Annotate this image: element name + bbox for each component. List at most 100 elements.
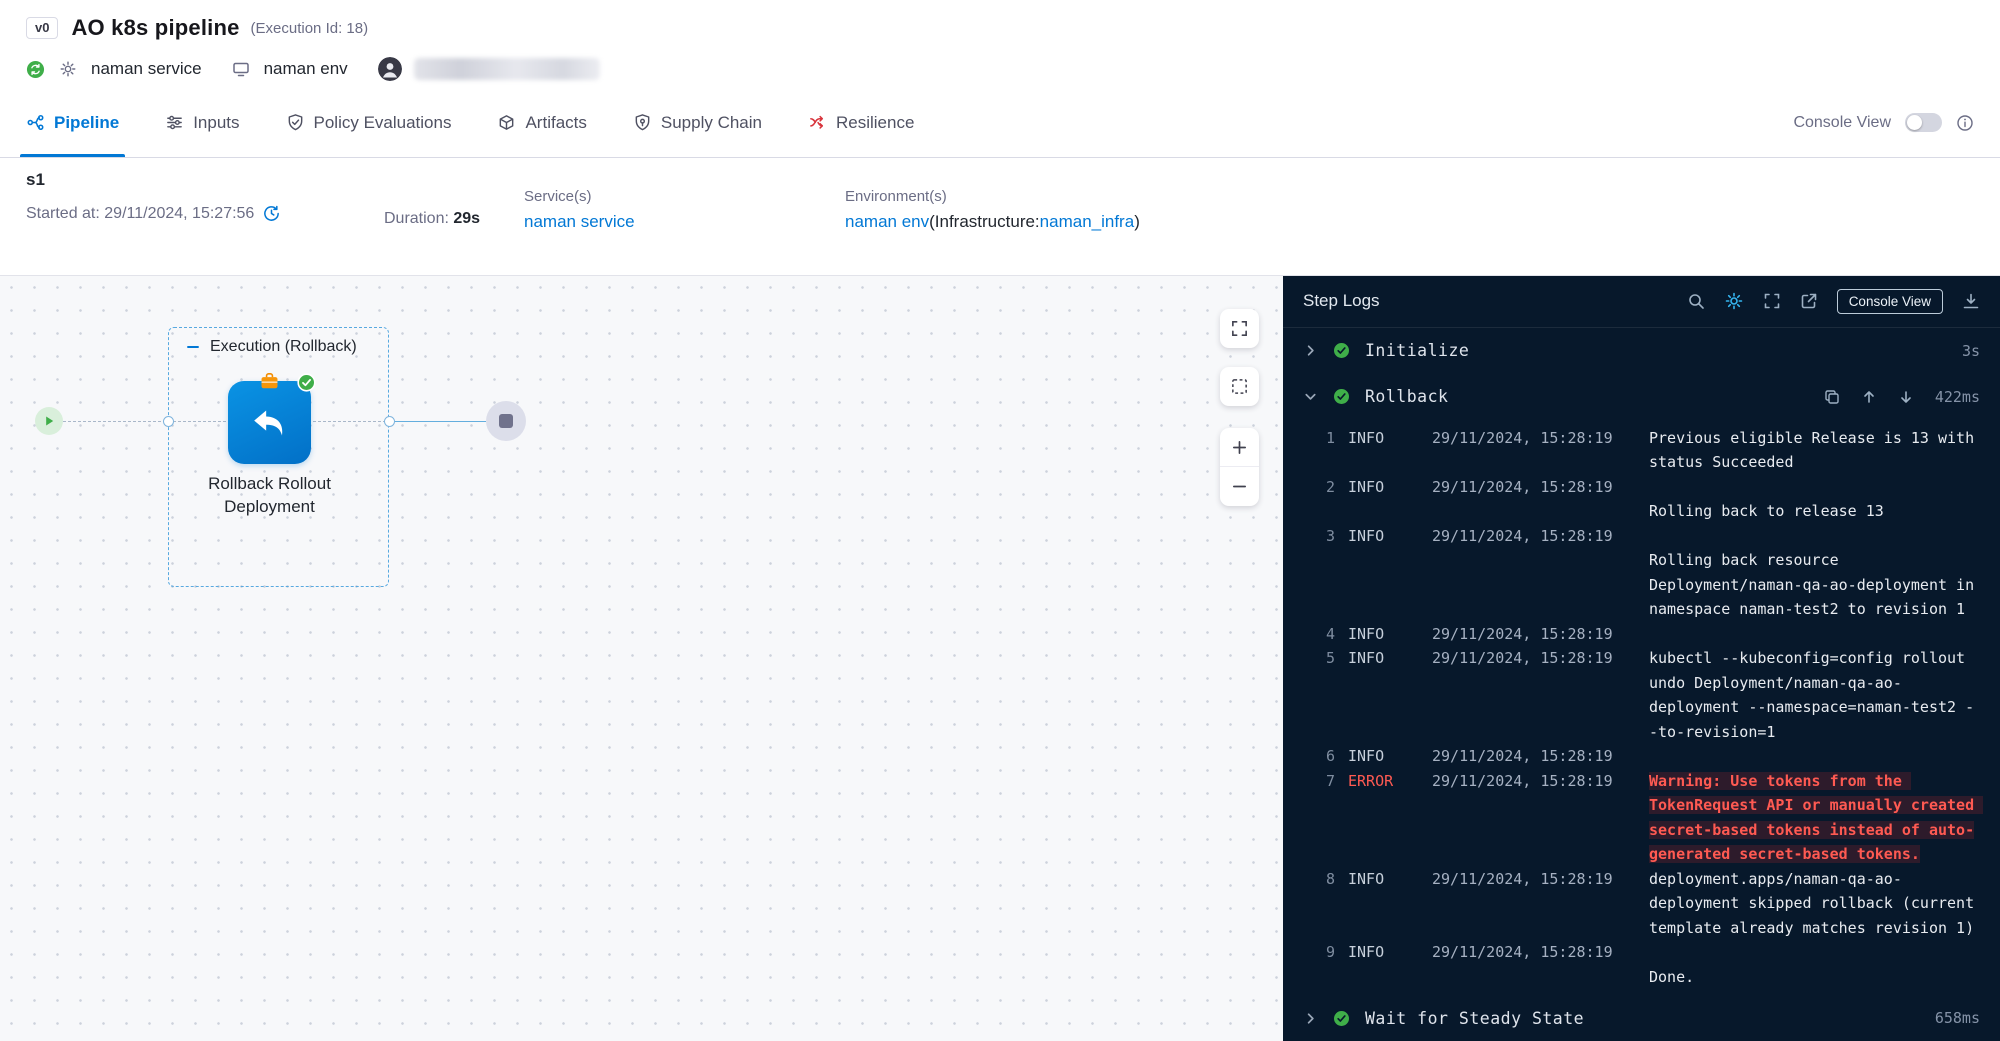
error-highlight: Warning: Use tokens from the TokenReques… xyxy=(1649,772,1983,864)
zoom-out-button[interactable] xyxy=(1220,467,1259,506)
info-icon[interactable] xyxy=(1956,114,1974,132)
tab-policy-evaluations[interactable]: Policy Evaluations xyxy=(286,88,452,157)
step-logs-panel: Step Logs Console View xyxy=(1283,276,2000,1041)
zoom-in-button[interactable] xyxy=(1220,428,1259,467)
step-rollback-rollout-deployment[interactable] xyxy=(228,381,311,464)
environment-link[interactable]: naman env xyxy=(845,212,929,231)
tab-artifacts[interactable]: Artifacts xyxy=(497,88,586,157)
tab-pipeline[interactable]: Pipeline xyxy=(26,88,119,157)
history-icon[interactable] xyxy=(262,204,281,223)
open-in-new-icon[interactable] xyxy=(1800,292,1818,310)
log-line: 8 INFO 29/11/2024, 15:28:19 deployment.a… xyxy=(1283,867,2000,941)
log-message: kubectl --kubeconfig=config rollout undo… xyxy=(1649,646,1980,744)
minus-icon xyxy=(1231,478,1248,495)
shield-icon xyxy=(633,113,652,132)
toggle-knob xyxy=(1907,115,1922,130)
check-circle-icon xyxy=(1333,1010,1350,1027)
execution-rollback-group-label[interactable]: Execution (Rollback) xyxy=(186,338,357,356)
log-level: INFO xyxy=(1348,524,1432,549)
search-icon[interactable] xyxy=(1687,292,1705,310)
tab-label: Resilience xyxy=(836,113,914,133)
log-message: Rolling back resource Deployment/naman-q… xyxy=(1649,524,1980,622)
canvas-marquee-select-button[interactable] xyxy=(1220,367,1259,406)
header-environment-name[interactable]: naman env xyxy=(264,59,348,79)
scroll-up-icon[interactable] xyxy=(1861,389,1877,405)
user-avatar[interactable] xyxy=(378,57,402,81)
expand-fullscreen-icon[interactable] xyxy=(1763,292,1781,310)
tab-inputs[interactable]: Inputs xyxy=(165,88,239,157)
stage-summary-bar: s1 Started at: 29/11/2024, 15:27:56 Dura… xyxy=(0,158,2000,276)
pipeline-edge-solid xyxy=(391,421,486,422)
log-line-number: 6 xyxy=(1283,744,1335,769)
download-icon[interactable] xyxy=(1962,292,1980,310)
tab-label: Artifacts xyxy=(525,113,586,133)
gear-icon[interactable] xyxy=(59,60,77,78)
log-line-number: 7 xyxy=(1283,769,1335,794)
log-message: deployment.apps/naman-qa-ao-deployment s… xyxy=(1649,867,1980,941)
pipeline-icon xyxy=(26,113,45,132)
log-panel-actions: Console View xyxy=(1687,289,1980,314)
pipeline-end-node[interactable] xyxy=(486,401,526,441)
chaos-icon xyxy=(808,113,827,132)
log-line: 3 INFO 29/11/2024, 15:28:19 Rolling back… xyxy=(1283,524,2000,622)
log-line: 5 INFO 29/11/2024, 15:28:19 kubectl --ku… xyxy=(1283,646,2000,744)
tab-resilience[interactable]: Resilience xyxy=(808,88,914,157)
log-section-duration: 3s xyxy=(1962,342,1980,360)
log-section-wait-for-steady-state[interactable]: Wait for Steady State 658ms xyxy=(1283,995,2000,1041)
pipeline-start-node[interactable] xyxy=(35,407,63,435)
copy-icon[interactable] xyxy=(1824,389,1840,405)
scroll-down-icon[interactable] xyxy=(1898,389,1914,405)
step-label[interactable]: Rollback Rollout Deployment xyxy=(169,472,370,518)
log-message: Warning: Use tokens from the TokenReques… xyxy=(1649,769,1980,867)
log-output[interactable]: 1 INFO 29/11/2024, 15:28:19 Previous eli… xyxy=(1283,420,2000,995)
stop-icon xyxy=(499,414,513,428)
check-circle-icon xyxy=(1333,388,1350,405)
app-root: v0 AO k8s pipeline (Execution Id: 18) na… xyxy=(0,0,2000,1041)
chevron-right-icon xyxy=(1303,343,1318,358)
pipeline-canvas[interactable]: Execution (Rollback) Rollback Rollout De… xyxy=(0,276,1283,1041)
log-section-rollback[interactable]: Rollback 422ms xyxy=(1283,374,2000,420)
infrastructure-link[interactable]: naman_infra xyxy=(1040,212,1135,231)
tab-supply-chain[interactable]: Supply Chain xyxy=(633,88,762,157)
chevron-right-icon xyxy=(1303,1011,1318,1026)
collapse-minus-icon[interactable] xyxy=(186,340,200,354)
log-level: INFO xyxy=(1348,646,1432,671)
tab-label: Inputs xyxy=(193,113,239,133)
log-settings-gear-icon[interactable] xyxy=(1724,291,1744,311)
log-line-number: 2 xyxy=(1283,475,1335,500)
canvas-fullscreen-button[interactable] xyxy=(1220,309,1259,348)
log-section-duration: 658ms xyxy=(1935,1009,1980,1027)
services-label: Service(s) xyxy=(524,188,635,205)
duration-label: Duration: xyxy=(384,210,449,227)
log-line: 2 INFO 29/11/2024, 15:28:19 Rolling back… xyxy=(1283,475,2000,524)
log-panel-title: Step Logs xyxy=(1303,291,1380,311)
stage-name[interactable]: s1 xyxy=(26,170,281,190)
log-message: Previous eligible Release is 13 with sta… xyxy=(1649,426,1980,475)
infrastructure-prefix: (Infrastructure: xyxy=(929,212,1040,231)
page-title: AO k8s pipeline xyxy=(71,15,239,41)
chevron-down-icon xyxy=(1303,389,1318,404)
console-view-button[interactable]: Console View xyxy=(1837,289,1943,314)
check-circle-icon xyxy=(1333,342,1350,359)
log-section-initialize[interactable]: Initialize 3s xyxy=(1283,328,2000,374)
log-line: 4 INFO 29/11/2024, 15:28:19 xyxy=(1283,622,2000,647)
log-section-duration: 422ms xyxy=(1935,388,1980,406)
log-level: INFO xyxy=(1348,622,1432,647)
started-at-text: Started at: 29/11/2024, 15:27:56 xyxy=(26,205,254,223)
sync-status-icon xyxy=(26,60,45,79)
shield-check-icon xyxy=(286,113,305,132)
header-title-row: v0 AO k8s pipeline (Execution Id: 18) xyxy=(26,12,1974,44)
log-timestamp: 29/11/2024, 15:28:19 xyxy=(1432,940,1649,965)
log-timestamp: 29/11/2024, 15:28:19 xyxy=(1432,744,1649,769)
service-link[interactable]: naman service xyxy=(524,212,635,231)
log-timestamp: 29/11/2024, 15:28:19 xyxy=(1432,622,1649,647)
tab-label: Pipeline xyxy=(54,113,119,133)
console-view-toggle[interactable] xyxy=(1905,113,1942,132)
fullscreen-corners-icon xyxy=(1230,319,1249,338)
log-line-number: 4 xyxy=(1283,622,1335,647)
log-section-title: Rollback xyxy=(1365,387,1448,406)
header-service-name[interactable]: naman service xyxy=(91,59,202,79)
log-line-number: 9 xyxy=(1283,940,1335,965)
version-badge[interactable]: v0 xyxy=(26,17,58,39)
log-line-number: 8 xyxy=(1283,867,1335,892)
